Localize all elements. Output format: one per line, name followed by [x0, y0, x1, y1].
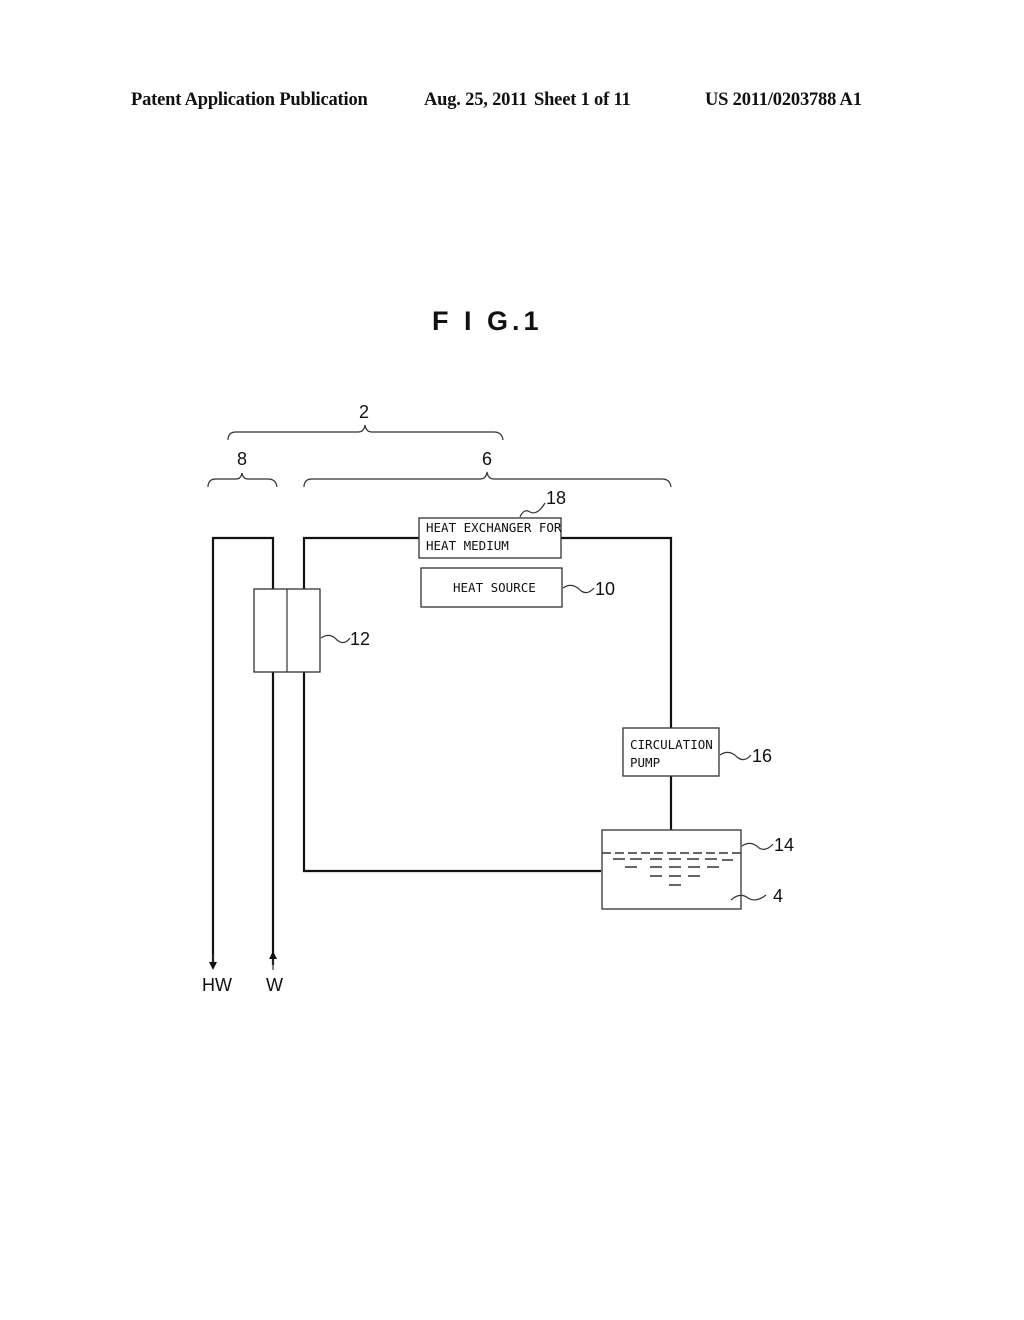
water-input: W: [266, 951, 283, 995]
heat-exchanger-label-line1: HEAT EXCHANGER FOR: [426, 520, 562, 535]
heat-medium-loop-top: [302, 536, 419, 589]
pump-label-line2: PUMP: [630, 755, 660, 770]
heat-medium-loop-bottom: [302, 672, 601, 873]
ref-heat-source: 10: [595, 579, 615, 599]
heat-medium-loop-right: [561, 536, 673, 728]
brace-label-water-side: 8: [237, 449, 247, 469]
water-heat-exchanger: 12: [253, 588, 370, 673]
heat-exchanger-for-heat-medium: HEAT EXCHANGER FOR HEAT MEDIUM 18: [418, 488, 566, 559]
heat-source: HEAT SOURCE 10: [420, 567, 615, 608]
ref-water-heat-exchanger: 12: [350, 629, 370, 649]
brace-label-medium-side: 6: [482, 449, 492, 469]
hot-water-output: HW: [202, 954, 232, 995]
ref-circulation-pump: 16: [752, 746, 772, 766]
circulation-pump: CIRCULATION PUMP 16: [622, 727, 772, 777]
heat-exchanger-label-line2: HEAT MEDIUM: [426, 538, 509, 553]
arrow-head-down-icon: [209, 962, 217, 970]
brace-label-system: 2: [359, 402, 369, 422]
arrow-head-up-icon: [269, 951, 277, 959]
brace-water-side: 8: [207, 449, 278, 488]
figure-diagram: 2 8 6 12 HEAT EXCHANGER FOR HEAT MEDIUM …: [202, 402, 794, 995]
water-label: W: [266, 975, 283, 995]
ref-tank: 14: [774, 835, 794, 855]
pump-label-line1: CIRCULATION: [630, 737, 713, 752]
ref-heat-medium: 4: [773, 886, 783, 906]
heat-source-label: HEAT SOURCE: [453, 580, 536, 595]
brace-medium-side: 6: [303, 449, 672, 488]
ref-heat-exchanger-for-heat-medium: 18: [546, 488, 566, 508]
hot-water-label: HW: [202, 975, 232, 995]
brace-system: 2: [227, 402, 504, 441]
heat-medium-tank: 14 4: [601, 829, 794, 910]
